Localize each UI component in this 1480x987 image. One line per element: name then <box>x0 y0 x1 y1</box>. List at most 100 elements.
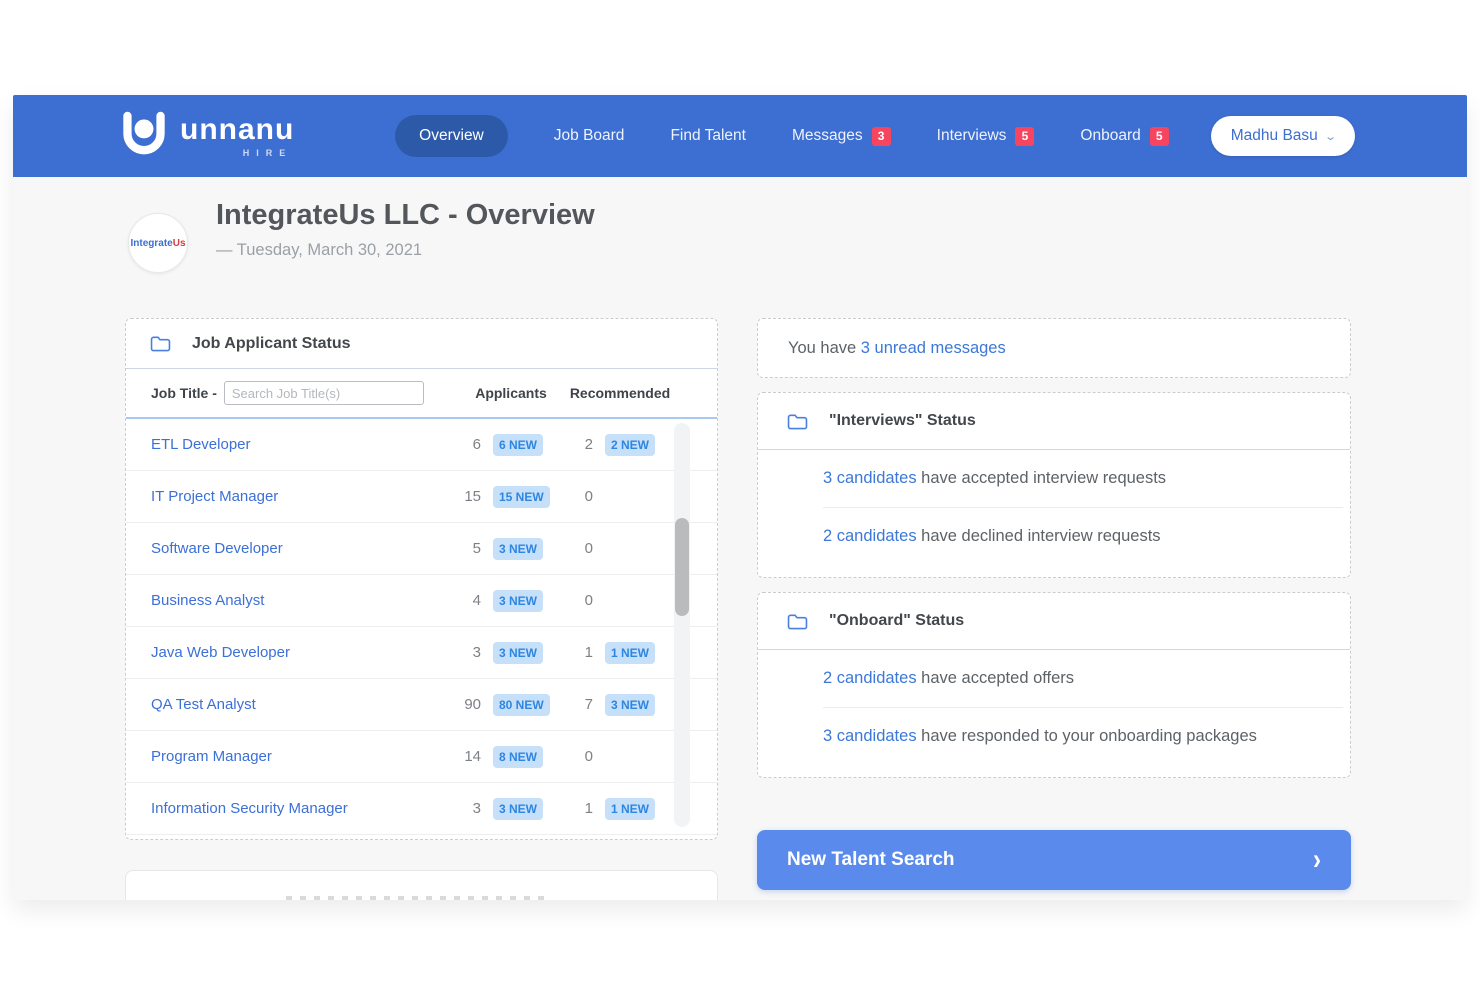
table-row: Java Web Developer 3 3 NEW 1 1 NEW <box>126 627 717 679</box>
applicants-count: 6 <box>449 436 485 453</box>
nav-tab-onboard[interactable]: Onboard 5 <box>1080 127 1168 146</box>
unnanu-logo-icon <box>118 110 170 162</box>
nav-tab-interviews[interactable]: Interviews 5 <box>937 127 1035 146</box>
nav-tab-overview[interactable]: Overview <box>395 115 508 157</box>
applicants-count: 4 <box>449 592 485 609</box>
list-item: 3 candidates have accepted interview req… <box>758 450 1350 507</box>
accepted-interviews-link[interactable]: 3 candidates <box>823 469 917 487</box>
user-name: Madhu Basu <box>1231 127 1318 145</box>
onboard-status-panel: "Onboard" Status 2 candidates have accep… <box>757 592 1351 778</box>
applicants-new-badge: 3 NEW <box>493 590 543 612</box>
recommended-new-badge: 2 NEW <box>605 434 655 456</box>
new-talent-search-button[interactable]: New Talent Search › <box>757 830 1351 890</box>
table-row: Program Manager 14 8 NEW 0 <box>126 731 717 783</box>
applicants-new-badge: 3 NEW <box>493 642 543 664</box>
user-menu-button[interactable]: Madhu Basu ⌄ <box>1211 116 1355 156</box>
list-item: 3 candidates have responded to your onbo… <box>758 708 1350 765</box>
table-row: IT Project Manager 15 15 NEW 0 <box>126 471 717 523</box>
job-table: ETL Developer 6 6 NEW 2 2 NEW IT Project… <box>126 417 717 833</box>
onboarding-responses-link[interactable]: 3 candidates <box>823 727 917 745</box>
job-panel-header: Job Applicant Status <box>126 319 717 369</box>
job-title-link[interactable]: Software Developer <box>151 540 441 557</box>
table-row: QA Test Analyst 90 80 NEW 7 3 NEW <box>126 679 717 731</box>
recommended-new-badge: 1 NEW <box>605 798 655 820</box>
folder-icon <box>150 335 171 352</box>
company-avatar: IntegrateUs <box>128 213 188 273</box>
table-scrollbar-thumb[interactable] <box>675 518 689 616</box>
applicants-new-badge: 6 NEW <box>493 434 543 456</box>
page-content: IntegrateUs IntegrateUs LLC - Overview —… <box>13 177 1467 900</box>
folder-icon <box>787 413 808 430</box>
applicants-count: 90 <box>449 696 485 713</box>
applicants-count: 15 <box>449 488 485 505</box>
table-scrollbar-track[interactable] <box>674 423 690 827</box>
job-title-link[interactable]: Program Manager <box>151 748 441 765</box>
recommended-count: 7 <box>567 696 597 713</box>
applicants-new-badge: 3 NEW <box>493 798 543 820</box>
brand-name: unnanu <box>180 115 294 145</box>
new-talent-search-label: New Talent Search <box>787 849 955 871</box>
job-panel-title: Job Applicant Status <box>192 335 351 353</box>
recommended-count: 2 <box>567 436 597 453</box>
nav-tab-messages[interactable]: Messages 3 <box>792 127 891 146</box>
applicants-new-badge: 80 NEW <box>493 694 550 716</box>
unread-messages-link[interactable]: 3 unread messages <box>861 339 1006 357</box>
job-title-link[interactable]: Business Analyst <box>151 592 441 609</box>
job-title-search-input[interactable] <box>224 381 424 405</box>
nav-tab-find-talent[interactable]: Find Talent <box>670 127 746 145</box>
job-filter-row: Job Title - Applicants Recommended <box>126 369 717 417</box>
job-title-filter-label: Job Title - <box>151 385 217 401</box>
declined-interviews-link[interactable]: 2 candidates <box>823 527 917 545</box>
job-title-link[interactable]: QA Test Analyst <box>151 696 441 713</box>
interviews-status-panel: "Interviews" Status 3 candidates have ac… <box>757 392 1351 578</box>
recommended-count: 0 <box>567 592 597 609</box>
unread-messages-prefix: You have <box>788 339 861 357</box>
recommended-count: 1 <box>567 644 597 661</box>
clipped-bottom-panel <box>125 870 718 900</box>
chevron-right-icon: › <box>1313 843 1321 878</box>
folder-icon <box>787 613 808 630</box>
applicants-new-badge: 3 NEW <box>493 538 543 560</box>
table-row: ETL Developer 6 6 NEW 2 2 NEW <box>126 419 717 471</box>
table-row: Business Analyst 4 3 NEW 0 <box>126 575 717 627</box>
job-title-link[interactable]: Java Web Developer <box>151 644 441 661</box>
interviews-count-badge: 5 <box>1015 127 1034 146</box>
applicants-new-badge: 8 NEW <box>493 746 543 768</box>
onboard-panel-title: "Onboard" Status <box>829 612 964 630</box>
clipped-text-remnant <box>286 896 546 900</box>
list-item: 2 candidates have declined interview req… <box>758 508 1350 565</box>
recommended-count: 0 <box>567 488 597 505</box>
chevron-down-icon: ⌄ <box>1324 130 1337 143</box>
nav-tab-job-board[interactable]: Job Board <box>554 127 625 145</box>
interviews-panel-title: "Interviews" Status <box>829 412 976 430</box>
recommended-new-badge: 1 NEW <box>605 642 655 664</box>
job-title-link[interactable]: IT Project Manager <box>151 488 441 505</box>
job-title-link[interactable]: ETL Developer <box>151 436 441 453</box>
table-row: Information Security Manager 3 3 NEW 1 1… <box>126 783 717 835</box>
applicants-count: 3 <box>449 800 485 817</box>
job-title-link[interactable]: Information Security Manager <box>151 800 441 817</box>
page-title: IntegrateUs LLC - Overview <box>216 199 595 232</box>
unread-messages-panel: You have 3 unread messages <box>757 318 1351 378</box>
main-nav: Overview Job Board Find Talent Messages … <box>395 115 1169 157</box>
applicants-count: 3 <box>449 644 485 661</box>
unnanu-logo[interactable]: unnanu HIRE <box>118 110 294 162</box>
job-applicant-status-panel: Job Applicant Status Job Title - Applica… <box>125 318 718 840</box>
messages-count-badge: 3 <box>872 127 891 146</box>
recommended-new-badge: 3 NEW <box>605 694 655 716</box>
recommended-column-header: Recommended <box>567 385 673 401</box>
recommended-count: 1 <box>567 800 597 817</box>
recommended-count: 0 <box>567 748 597 765</box>
page-date: — Tuesday, March 30, 2021 <box>216 241 422 260</box>
top-navbar: unnanu HIRE Overview Job Board Find Tale… <box>13 95 1467 177</box>
applicants-column-header: Applicants <box>455 385 567 401</box>
onboard-count-badge: 5 <box>1150 127 1169 146</box>
applicants-count: 5 <box>449 540 485 557</box>
table-row: Software Developer 5 3 NEW 0 <box>126 523 717 575</box>
recommended-count: 0 <box>567 540 597 557</box>
applicants-count: 14 <box>449 748 485 765</box>
list-item: 2 candidates have accepted offers <box>758 650 1350 707</box>
accepted-offers-link[interactable]: 2 candidates <box>823 669 917 687</box>
app-window: unnanu HIRE Overview Job Board Find Tale… <box>13 95 1467 900</box>
applicants-new-badge: 15 NEW <box>493 486 550 508</box>
